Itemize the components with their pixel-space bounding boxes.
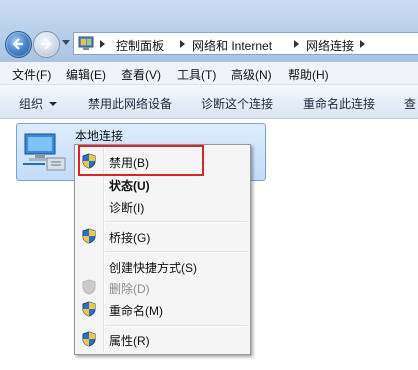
disable-device-button[interactable]: 禁用此网络设备 [88, 95, 172, 112]
control-panel-icon [78, 36, 94, 50]
menu-item-delete: 删除(D) [109, 282, 150, 296]
menu-advanced[interactable]: 高级(N) [231, 66, 272, 83]
connection-name: 本地连接 [75, 129, 124, 143]
menu-view[interactable]: 查看(V) [121, 66, 161, 83]
menu-file[interactable]: 文件(F) [12, 66, 51, 83]
menu-separator [105, 221, 247, 223]
back-arrow-icon [12, 38, 23, 50]
menu-item-bridge[interactable]: 桥接(G) [109, 229, 150, 246]
navigation-bar: 控制面板 网络和 Internet 网络连接 [0, 0, 418, 62]
menu-separator [105, 325, 247, 327]
menu-tools[interactable]: 工具(T) [177, 66, 216, 83]
chevron-down-icon [49, 102, 58, 106]
breadcrumb-separator-icon[interactable] [180, 40, 185, 48]
breadcrumb-network-connections[interactable]: 网络连接 [306, 37, 354, 54]
organize-button[interactable]: 组织 [19, 95, 58, 112]
menu-item-rename[interactable]: 重命名(M) [109, 302, 163, 319]
organize-label: 组织 [19, 97, 44, 111]
menu-item-create-shortcut[interactable]: 创建快捷方式(S) [109, 259, 197, 276]
breadcrumb-control-panel[interactable]: 控制面板 [116, 37, 164, 54]
address-bar[interactable]: 控制面板 网络和 Internet 网络连接 [73, 32, 418, 55]
forward-button[interactable] [33, 31, 60, 58]
uac-shield-icon [82, 228, 96, 244]
more-commands-button[interactable]: 查 [404, 95, 416, 112]
uac-shield-icon [82, 331, 96, 347]
command-bar: 组织 禁用此网络设备 诊断这个连接 重命名此连接 查 [0, 85, 418, 119]
breadcrumb-network-internet[interactable]: 网络和 Internet [192, 37, 272, 54]
menu-item-status[interactable]: 状态(U) [109, 177, 150, 194]
breadcrumb-separator-icon[interactable] [294, 40, 299, 48]
menu-item-properties[interactable]: 属性(R) [109, 332, 150, 349]
menu-help[interactable]: 帮助(H) [288, 66, 329, 83]
back-button[interactable] [5, 31, 32, 58]
menu-edit[interactable]: 编辑(E) [66, 66, 106, 83]
network-adapter-icon [23, 133, 66, 171]
menu-gutter [103, 147, 105, 352]
menu-bar: 文件(F) 编辑(E) 查看(V) 工具(T) 高级(N) 帮助(H) [0, 62, 418, 85]
recent-pages-dropdown-icon[interactable] [62, 40, 70, 45]
uac-shield-icon [82, 279, 96, 295]
diagnose-connection-button[interactable]: 诊断这个连接 [201, 95, 273, 112]
menu-item-diagnose[interactable]: 诊断(I) [109, 199, 144, 216]
menu-separator [105, 251, 247, 253]
highlight-annotation [78, 145, 204, 176]
breadcrumb-separator-icon[interactable] [100, 40, 105, 48]
forward-arrow-icon [41, 38, 52, 50]
breadcrumb-separator-icon[interactable] [360, 40, 365, 48]
uac-shield-icon [82, 301, 96, 317]
rename-connection-button[interactable]: 重命名此连接 [303, 95, 375, 112]
